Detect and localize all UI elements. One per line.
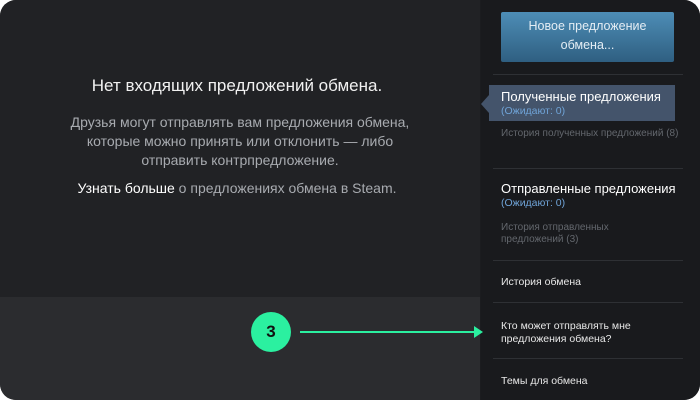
- divider: [493, 74, 683, 75]
- divider: [493, 168, 683, 169]
- main-bottom-area: [0, 297, 480, 400]
- annotation-arrow-head-icon: [474, 326, 483, 338]
- divider: [493, 260, 683, 261]
- learn-more-rest: о предложениях обмена в Steam.: [174, 180, 397, 196]
- new-offer-label-line2: обмена...: [560, 38, 615, 52]
- sidebar-item-sent-offers[interactable]: Отправленные предложения (Ожидают: 0): [501, 181, 691, 210]
- app-window: Нет входящих предложений обмена. Друзья …: [0, 0, 700, 400]
- new-trade-offer-button[interactable]: Новое предложение обмена...: [501, 12, 674, 62]
- received-pending-count: (Ожидают: 0): [501, 105, 566, 117]
- divider: [493, 302, 683, 303]
- empty-state-description: Друзья могут отправлять вам предложения …: [70, 114, 410, 168]
- received-offers-history-link[interactable]: История полученных предложений (8): [501, 128, 681, 140]
- learn-more-text: Узнать больше о предложениях обмена в St…: [0, 180, 474, 196]
- empty-state-panel: Нет входящих предложений обмена. Друзья …: [0, 0, 480, 297]
- who-can-send-offers-link[interactable]: Кто может отправлять мне предложения обм…: [501, 320, 651, 346]
- new-offer-label-line1: Новое предложение: [528, 19, 647, 33]
- sent-offers-title: Отправленные предложения: [501, 181, 676, 196]
- step-number-badge: 3: [251, 312, 291, 352]
- annotation-arrow-line: [300, 331, 476, 333]
- sidebar-item-received-offers[interactable]: Полученные предложения (Ожидают: 0): [481, 85, 675, 121]
- trade-history-link[interactable]: История обмена: [501, 276, 681, 289]
- empty-state-title: Нет входящих предложений обмена.: [91, 76, 383, 95]
- learn-more-link[interactable]: Узнать больше: [77, 180, 174, 196]
- trade-topics-link[interactable]: Темы для обмена: [501, 375, 681, 388]
- sent-pending-count: (Ожидают: 0): [501, 197, 566, 209]
- divider: [493, 358, 683, 359]
- received-offers-title: Полученные предложения: [501, 89, 661, 104]
- sent-offers-history-link[interactable]: История отправленных предложений (3): [501, 222, 631, 246]
- trade-sidebar: Новое предложение обмена... Полученные п…: [481, 0, 700, 400]
